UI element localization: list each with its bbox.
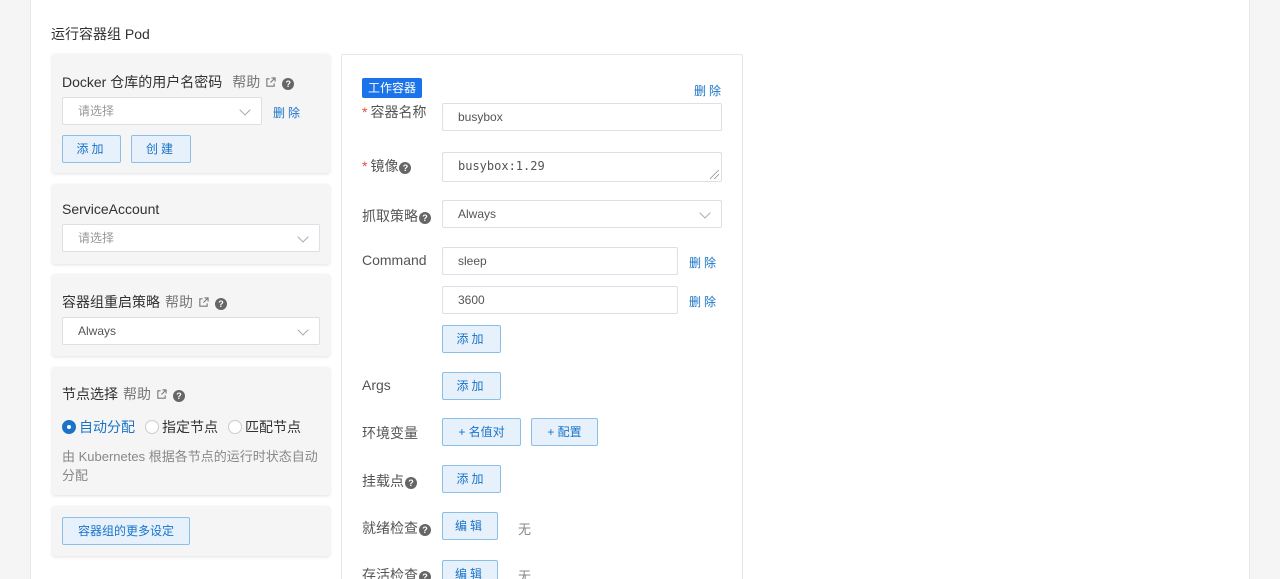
more-settings-button[interactable]: 容器组的更多设定: [62, 517, 190, 545]
external-link-icon[interactable]: [265, 77, 276, 88]
docker-secret-select[interactable]: 请选择: [62, 97, 262, 125]
node-selection-card: 节点选择 帮助? 自动分配 指定节点 匹配节点 由 Kubernetes 根据各节…: [52, 367, 330, 495]
help-link[interactable]: 帮助: [232, 74, 260, 90]
mount-label: 挂载点: [362, 473, 404, 489]
docker-credentials-card: Docker 仓库的用户名密码 帮助? 请选择 删除 添加 创建: [52, 54, 330, 173]
args-label: Args: [362, 377, 391, 393]
question-icon[interactable]: ?: [173, 390, 185, 402]
chevron-down-icon: [297, 231, 309, 243]
env-add-pair-button[interactable]: + 名值对: [442, 418, 521, 446]
mount-add-button[interactable]: 添加: [442, 465, 501, 493]
readiness-label: 就绪检查: [362, 520, 418, 536]
radio-unchecked-icon: [228, 420, 242, 434]
docker-create-button[interactable]: 创建: [131, 135, 191, 163]
radio-unchecked-icon: [145, 420, 159, 434]
command-delete-link-2[interactable]: 删除: [689, 293, 719, 310]
radio-checked-icon: [62, 420, 76, 434]
question-icon[interactable]: ?: [399, 162, 412, 174]
docker-delete-link[interactable]: 删除: [273, 104, 303, 121]
liveness-edit-button[interactable]: 编辑: [442, 560, 498, 579]
liveness-label: 存活检查: [362, 567, 418, 579]
radio-match-node[interactable]: 匹配节点: [228, 417, 301, 437]
service-account-title: ServiceAccount: [62, 201, 160, 217]
container-type-tag: 工作容器: [362, 78, 423, 98]
node-selection-radio-group: 自动分配 指定节点 匹配节点: [62, 417, 311, 437]
container-name-label: 容器名称: [370, 104, 427, 120]
docker-card-title: Docker 仓库的用户名密码: [62, 74, 223, 90]
args-add-button[interactable]: 添加: [442, 372, 501, 400]
image-label: 镜像: [370, 158, 399, 174]
container-panel: 工作容器 删除 * 容器名称 busybox * 镜像? busybox:1.29 …: [341, 54, 743, 579]
restart-policy-title: 容器组重启策略: [62, 294, 160, 310]
required-mark: *: [362, 158, 368, 174]
question-icon[interactable]: ?: [405, 477, 417, 489]
liveness-value: 无: [518, 569, 532, 579]
container-name-input[interactable]: busybox: [442, 103, 722, 131]
pull-policy-select[interactable]: Always: [442, 200, 722, 228]
radio-auto-assign[interactable]: 自动分配: [62, 417, 135, 437]
question-icon[interactable]: ?: [419, 212, 431, 224]
radio-specify-node[interactable]: 指定节点: [145, 417, 218, 437]
resize-handle-icon[interactable]: [710, 170, 719, 179]
container-delete-link[interactable]: 删除: [694, 82, 724, 99]
command-input-2[interactable]: 3600: [442, 286, 678, 314]
external-link-icon[interactable]: [156, 389, 167, 400]
readiness-edit-button[interactable]: 编辑: [442, 512, 498, 540]
command-label: Command: [362, 252, 427, 268]
question-icon[interactable]: ?: [215, 298, 227, 310]
image-textarea[interactable]: busybox:1.29: [442, 152, 722, 182]
command-add-button[interactable]: 添加: [442, 325, 501, 353]
question-icon[interactable]: ?: [419, 571, 431, 579]
chevron-down-icon: [699, 207, 711, 219]
chevron-down-icon: [297, 324, 309, 336]
more-settings-card: 容器组的更多设定: [52, 506, 330, 556]
service-account-select[interactable]: 请选择: [62, 224, 320, 252]
external-link-icon[interactable]: [198, 297, 209, 308]
help-link[interactable]: 帮助: [123, 386, 151, 402]
docker-add-button[interactable]: 添加: [62, 135, 121, 163]
env-add-config-button[interactable]: + 配置: [531, 418, 598, 446]
pull-policy-label: 抓取策略: [362, 208, 418, 224]
readiness-value: 无: [518, 522, 532, 537]
section-title: 运行容器组 Pod: [51, 26, 150, 42]
required-mark: *: [362, 104, 368, 120]
restart-policy-select[interactable]: Always: [62, 317, 320, 345]
command-delete-link-1[interactable]: 删除: [689, 254, 719, 271]
question-icon[interactable]: ?: [419, 524, 431, 536]
env-label: 环境变量: [362, 425, 418, 441]
node-selection-title: 节点选择: [62, 386, 118, 402]
restart-policy-card: 容器组重启策略 帮助? Always: [52, 274, 330, 356]
node-selection-hint: 由 Kubernetes 根据各节点的运行时状态自动分配: [62, 449, 318, 483]
chevron-down-icon: [239, 104, 251, 116]
command-input-1[interactable]: sleep: [442, 247, 678, 275]
service-account-card: ServiceAccount 请选择: [52, 184, 330, 264]
question-icon[interactable]: ?: [282, 78, 295, 90]
help-link[interactable]: 帮助: [165, 294, 193, 310]
